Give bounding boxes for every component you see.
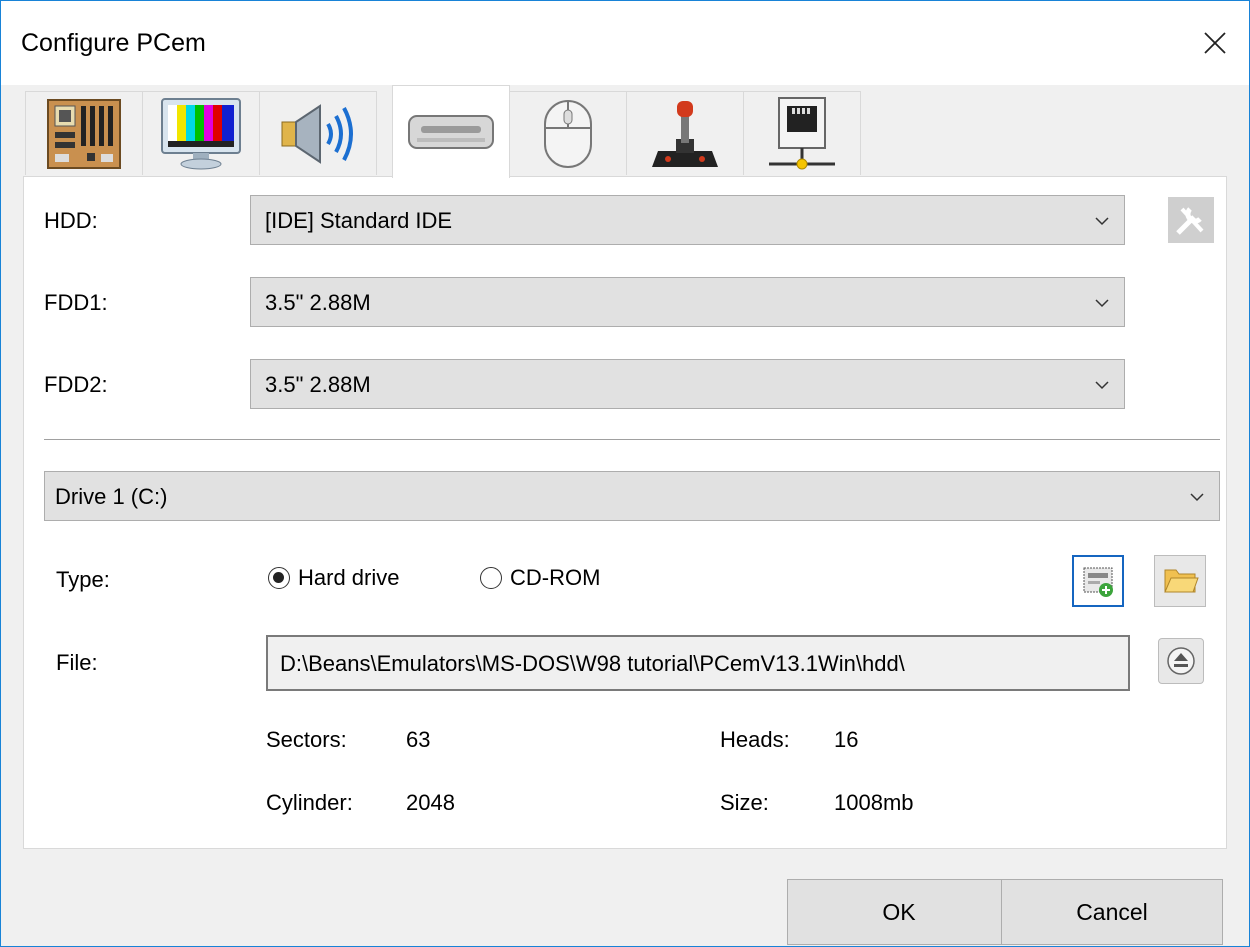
eject-icon — [1167, 647, 1195, 675]
hard-drive-radio[interactable] — [268, 567, 290, 589]
fdd1-select[interactable]: 3.5" 2.88M — [250, 277, 1125, 327]
drives-panel: HDD: [IDE] Standard IDE FDD1: 3.5" 2.88M… — [23, 176, 1227, 849]
tab-machine[interactable] — [25, 91, 143, 175]
cdrom-label[interactable]: CD-ROM — [510, 565, 600, 591]
chevron-down-icon — [1095, 217, 1109, 226]
mouse-icon — [544, 99, 592, 168]
file-label: File: — [56, 650, 98, 675]
fdd2-value: 3.5" 2.88M — [265, 372, 371, 397]
hdd-label: HDD: — [44, 208, 98, 233]
tab-network[interactable] — [743, 91, 861, 175]
configure-tools-icon[interactable] — [1168, 197, 1214, 243]
file-path-value: D:\Beans\Emulators\MS-DOS\W98 tutorial\P… — [280, 651, 905, 676]
heads-label: Heads: — [720, 727, 790, 752]
chevron-down-icon — [1190, 493, 1204, 502]
configure-dialog: Configure PCem HDD: [IDE] Standard IDE F… — [0, 0, 1250, 947]
heads-value: 16 — [834, 727, 859, 752]
chevron-down-icon — [1095, 381, 1109, 390]
open-image-button[interactable] — [1154, 555, 1206, 607]
fdd1-label: FDD1: — [44, 290, 108, 315]
tab-strip — [25, 85, 1225, 178]
hard-drive-label[interactable]: Hard drive — [298, 565, 399, 591]
fdd1-value: 3.5" 2.88M — [265, 290, 371, 315]
motherboard-icon — [47, 98, 121, 169]
network-icon — [769, 96, 835, 169]
cylinder-value: 2048 — [406, 790, 455, 815]
close-icon[interactable] — [1195, 23, 1235, 63]
chevron-down-icon — [1095, 299, 1109, 308]
drive-select[interactable]: Drive 1 (C:) — [44, 471, 1220, 521]
tab-mouse[interactable] — [509, 91, 627, 175]
drive-value: Drive 1 (C:) — [55, 484, 168, 509]
file-path-field[interactable]: D:\Beans\Emulators\MS-DOS\W98 tutorial\P… — [266, 635, 1130, 691]
divider — [44, 439, 1220, 440]
tab-display[interactable] — [142, 91, 260, 175]
tab-input[interactable] — [626, 91, 744, 175]
size-label: Size: — [720, 790, 769, 815]
hdd-value: [IDE] Standard IDE — [265, 208, 453, 233]
speaker-icon — [281, 103, 353, 164]
cancel-button[interactable]: Cancel — [1001, 879, 1223, 945]
folder-icon — [1164, 569, 1199, 593]
fdd2-select[interactable]: 3.5" 2.88M — [250, 359, 1125, 409]
ok-button[interactable]: OK — [787, 879, 1011, 945]
sectors-value: 63 — [406, 727, 431, 752]
tab-sound[interactable] — [259, 91, 377, 175]
cylinder-label: Cylinder: — [266, 790, 353, 815]
display-icon — [161, 97, 241, 169]
title-bar: Configure PCem — [1, 1, 1249, 85]
cdrom-radio[interactable] — [480, 567, 502, 589]
new-disk-image-icon — [1083, 567, 1113, 597]
joystick-icon — [652, 100, 718, 167]
size-value: 1008mb — [834, 790, 914, 815]
new-image-button[interactable] — [1072, 555, 1124, 607]
window-title: Configure PCem — [21, 29, 206, 57]
drive-icon — [408, 115, 494, 149]
fdd2-label: FDD2: — [44, 372, 108, 397]
eject-button[interactable] — [1158, 638, 1204, 684]
sectors-label: Sectors: — [266, 727, 347, 752]
tab-drives[interactable] — [392, 85, 510, 178]
type-label: Type: — [56, 567, 110, 592]
hdd-select[interactable]: [IDE] Standard IDE — [250, 195, 1125, 245]
